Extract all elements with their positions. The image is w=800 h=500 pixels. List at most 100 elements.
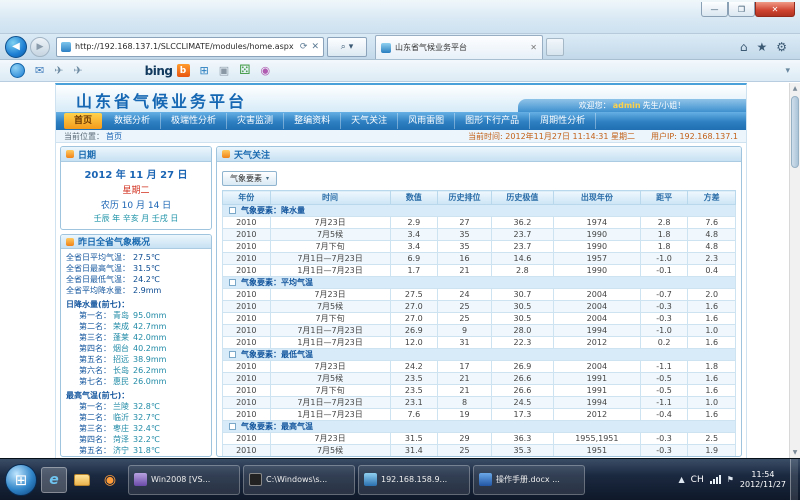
group-title-cell: 气象要素：最高气温 [223,421,736,433]
table-cell: -0.7 [640,289,688,301]
search-button[interactable]: ⌕ ▾ [327,37,367,57]
station-name: 惠民 [113,376,129,387]
profile-icon[interactable] [10,63,25,78]
action-center-icon[interactable]: ⚑ [727,475,734,484]
nav-item-5[interactable]: 天气关注 [341,113,398,129]
minimize-button[interactable]: — [701,2,728,17]
show-desktop-button[interactable] [790,459,798,500]
site-title: 山东省气候业务平台 [76,88,247,112]
collapse-icon[interactable] [229,207,236,214]
stat-label: 全省日平均气温： [66,253,130,262]
close-button[interactable]: ✕ [755,2,795,17]
tools-icon[interactable]: ⚙ [776,40,787,54]
table-cell: 2010 [223,301,271,313]
taskbar-media-icon[interactable]: ◉ [97,467,123,493]
taskbar-explorer-icon[interactable] [69,467,95,493]
table-cell: 2.0 [688,289,736,301]
collapse-icon[interactable] [229,279,236,286]
camera-icon[interactable]: ▣ [219,64,229,77]
table-cell: 19 [438,409,492,421]
tab-close-icon[interactable]: ✕ [530,43,537,52]
element-filter-button[interactable]: 气象要素 ▾ [222,171,277,186]
table-cell: 1.6 [688,301,736,313]
table-cell: 7月23日 [270,433,390,445]
refresh-icon[interactable]: ⟳ [300,42,308,52]
table-cell: -1.1 [640,361,688,373]
table-cell: 4.8 [688,241,736,253]
start-button[interactable]: ⊞ [5,464,37,496]
send2-icon[interactable]: ✈ [73,64,82,77]
page-scrollbar[interactable]: ▲ ▼ [789,83,800,458]
weather-icon [66,238,74,246]
scrollbar-thumb[interactable] [791,96,799,168]
table-cell: -1.0 [640,253,688,265]
table-cell: -0.3 [640,301,688,313]
address-bar[interactable]: http://192.168.137.1/SLCCLIMATE/modules/… [56,37,324,57]
breadcrumb-value[interactable]: 首页 [106,132,122,141]
language-indicator[interactable]: CH [691,475,704,485]
table-row: 20107月下旬23.52126.61991-0.51.6 [223,385,736,397]
column-header: 距平 [640,191,688,205]
nav-item-2[interactable]: 极端性分析 [161,113,227,129]
home-icon[interactable]: ⌂ [740,40,748,54]
games-icon[interactable]: ⚄ [239,63,250,78]
toolbar-dropdown-icon[interactable]: ▾ [785,66,790,76]
app-label: C:\Windows\s... [266,475,327,484]
taskbar-app-2[interactable]: 192.168.158.9... [358,465,470,495]
app-label: Win2008 [VS... [151,475,210,484]
window-titlebar: — ❐ ✕ [0,0,800,34]
station-value: 32.8℃ [133,401,160,412]
send-icon[interactable]: ✈ [54,64,63,77]
taskbar-app-1[interactable]: C:\Windows\s... [243,465,355,495]
nav-item-6[interactable]: 风雨雷图 [398,113,455,129]
current-time: 当前时间: 2012年11月27日 11:14:31 星期二 [468,131,635,142]
scroll-down-icon[interactable]: ▼ [790,447,800,458]
back-button[interactable]: ◀ [5,36,27,58]
station-name: 蓬莱 [113,332,129,343]
table-cell: 1月1日—7月23日 [270,265,390,277]
hidden-icons-button[interactable]: ▲ [679,475,685,484]
bing-logo[interactable]: bing b [145,64,190,78]
nav-item-7[interactable]: 图形下行产品 [455,113,530,129]
forward-button[interactable]: ▶ [30,37,50,57]
date-panel-title: 日期 [78,148,96,161]
nav-item-0[interactable]: 首页 [64,113,102,129]
nav-item-1[interactable]: 数据分析 [104,113,161,129]
contacts-icon[interactable]: ◉ [260,64,270,77]
taskbar-clock[interactable]: 11:54 2012/11/27 [740,470,786,490]
table-body: 气象要素：降水量20107月23日2.92736.219742.87.62010… [223,205,736,457]
rank-item: 第七名：惠民26.0mm [66,376,206,387]
network-icon[interactable] [710,475,721,484]
stop-icon[interactable]: ✕ [311,42,319,52]
table-cell: 8 [438,397,492,409]
station-name: 兰陵 [113,401,129,412]
taskbar-app-0[interactable]: Win2008 [VS... [128,465,240,495]
weather-focus-panel: 天气关注 气象要素 ▾ 年份时间数值历史排位历史极值出现年份距平方 [216,146,742,457]
stat-value: 31.5℃ [133,264,160,273]
rank-item: 第五名：济宁31.8℃ [66,445,206,456]
mail-icon[interactable]: ✉ [35,64,44,77]
table-cell: 2010 [223,217,271,229]
nav-item-3[interactable]: 灾害监测 [227,113,284,129]
table-cell: 1.6 [688,385,736,397]
table-cell: 7.6 [688,217,736,229]
favorites-icon[interactable]: ★ [756,40,767,54]
scroll-up-icon[interactable]: ▲ [790,83,800,94]
apps-icon[interactable]: ⊞ [200,64,209,77]
nav-item-4[interactable]: 整编资料 [284,113,341,129]
taskbar-ie-icon[interactable]: e [41,467,67,493]
taskbar-app-3[interactable]: 操作手册.docx ... [473,465,585,495]
maximize-button[interactable]: ❐ [728,2,755,17]
url-text[interactable]: http://192.168.137.1/SLCCLIMATE/modules/… [75,42,296,51]
new-tab-button[interactable] [546,38,564,56]
table-cell: 27.0 [390,313,438,325]
table-cell: 2004 [553,313,640,325]
collapse-icon[interactable] [229,351,236,358]
weather-stats: 全省日平均气温：27.5℃全省日最高气温：31.5℃全省日最低气温：24.2℃全… [66,252,206,296]
table-cell: 23.7 [491,229,553,241]
table-cell: 22.3 [491,337,553,349]
collapse-icon[interactable] [229,423,236,430]
browser-tab[interactable]: 山东省气候业务平台 ✕ [375,35,543,59]
nav-item-8[interactable]: 周期性分析 [530,113,596,129]
table-cell: 2010 [223,385,271,397]
